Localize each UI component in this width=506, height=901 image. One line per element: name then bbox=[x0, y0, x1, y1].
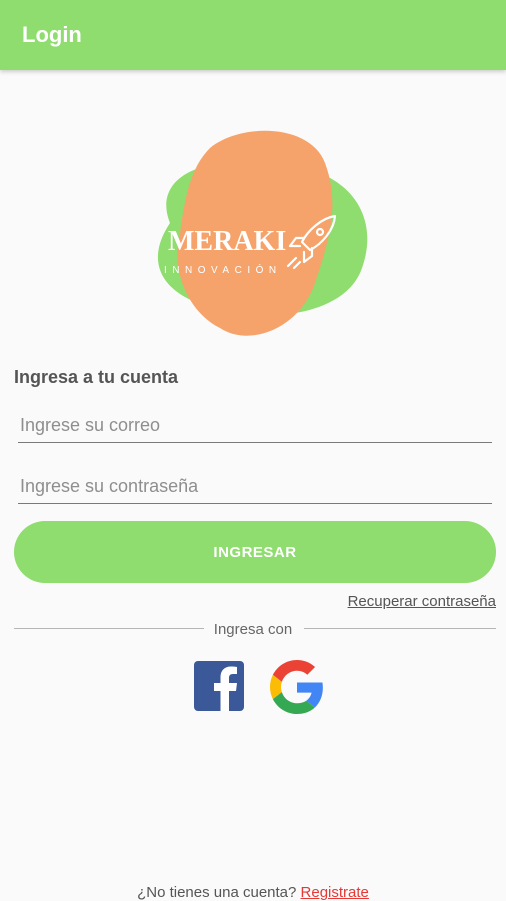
register-prompt: ¿No tienes una cuenta? Registrate bbox=[0, 884, 506, 901]
logo-tagline-text: INNOVACIÓN bbox=[164, 263, 282, 276]
google-login-button[interactable] bbox=[270, 660, 323, 714]
login-heading: Ingresa a tu cuenta bbox=[14, 367, 179, 387]
facebook-icon bbox=[194, 661, 244, 711]
facebook-login-button[interactable] bbox=[193, 660, 245, 712]
google-icon bbox=[270, 660, 323, 714]
divider-right bbox=[304, 628, 496, 629]
email-field[interactable] bbox=[18, 408, 492, 443]
login-button[interactable]: INGRESAR bbox=[14, 521, 496, 583]
password-field[interactable] bbox=[18, 469, 492, 504]
register-link[interactable]: Registrate bbox=[301, 884, 369, 901]
app-bar: Login bbox=[0, 0, 506, 70]
recover-password-link[interactable]: Recuperar contraseña bbox=[348, 593, 496, 610]
social-divider-label: Ingresa con bbox=[213, 621, 293, 638]
logo-brand-text: MERAKI bbox=[168, 226, 286, 257]
register-question: ¿No tienes una cuenta? bbox=[137, 884, 297, 901]
page-title: Login bbox=[22, 22, 82, 47]
login-button-label: INGRESAR bbox=[213, 543, 297, 561]
meraki-logo: MERAKI INNOVACIÓN bbox=[157, 130, 368, 336]
